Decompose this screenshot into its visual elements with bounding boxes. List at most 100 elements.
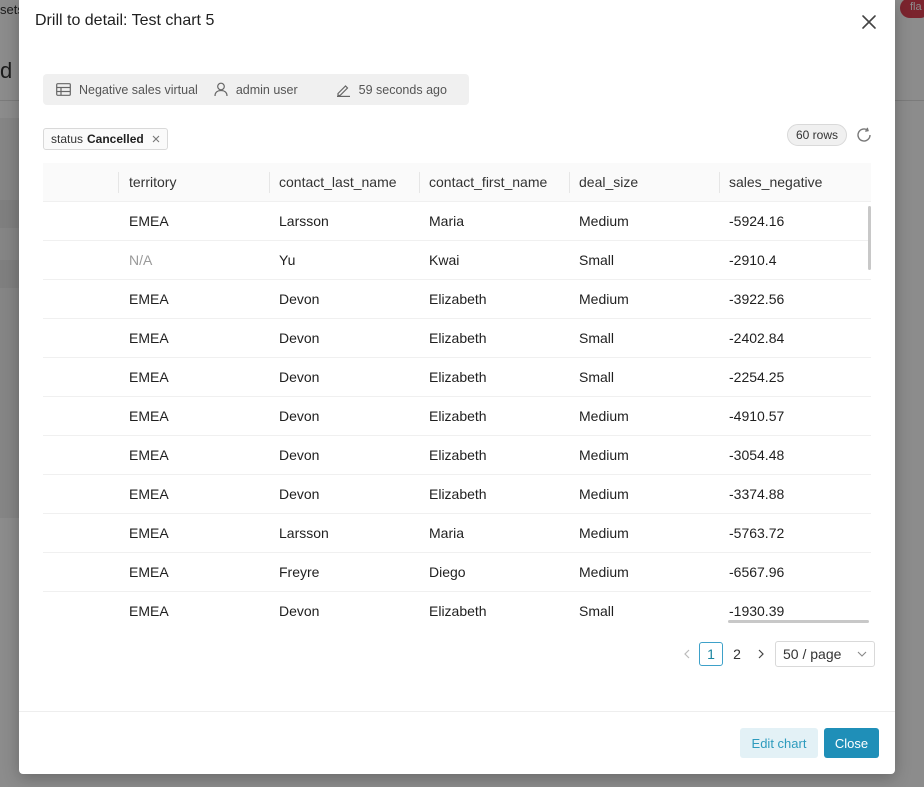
next-page-icon[interactable] <box>751 642 771 666</box>
table-row[interactable]: EMEA Devon Elizabeth Medium -3054.48 <box>43 436 871 475</box>
table-cell: -2254.25 <box>729 369 785 385</box>
table-cell: Medium <box>579 525 629 541</box>
table-cell: Devon <box>279 291 320 307</box>
table-cell: -5763.72 <box>729 525 785 541</box>
table-cell: Diego <box>429 564 466 580</box>
table-cell: Maria <box>429 525 465 541</box>
table-cell: Yu <box>279 252 296 268</box>
table-cell: Medium <box>579 564 629 580</box>
drill-detail-modal: Drill to detail: Test chart 5 Negative s… <box>19 0 895 774</box>
table-cell: Elizabeth <box>429 447 487 463</box>
table-cell: Devon <box>279 486 320 502</box>
table-body: EMEA Larsson Maria Medium -5924.16 N/A Yu Kwai S… <box>43 202 871 625</box>
table-cell: EMEA <box>129 369 169 385</box>
table-row[interactable]: EMEA Freyre Diego Medium -6567.96 <box>43 553 871 592</box>
column-header[interactable]: territory <box>119 163 176 202</box>
table-cell: -3922.56 <box>729 291 785 307</box>
table-cell: Medium <box>579 291 629 307</box>
table-cell: -3374.88 <box>729 486 785 502</box>
column-header[interactable]: contact_last_name <box>269 163 397 202</box>
table-cell: Elizabeth <box>429 291 487 307</box>
page-size-value: 50 / page <box>783 646 842 662</box>
table-cell: Kwai <box>429 252 460 268</box>
table-row[interactable]: EMEA Devon Elizabeth Medium -3922.56 <box>43 280 871 319</box>
table-cell: Small <box>579 252 615 268</box>
table-cell: Devon <box>279 330 320 346</box>
table-cell: EMEA <box>129 525 169 541</box>
table-cell: EMEA <box>129 213 169 229</box>
table-row[interactable]: EMEA Devon Elizabeth Medium -4910.57 <box>43 397 871 436</box>
table-cell: Freyre <box>279 564 320 580</box>
dataset-name: Negative sales virtual <box>79 82 198 97</box>
table-cell: Devon <box>279 603 320 619</box>
table-row[interactable]: EMEA Devon Elizabeth Small -2254.25 <box>43 358 871 397</box>
modified-time: 59 seconds ago <box>358 82 447 97</box>
filter-key: status <box>51 132 84 146</box>
results-table[interactable]: territory contact_last_name contact_firs… <box>43 163 871 625</box>
owner-name: admin user <box>235 82 298 97</box>
chevron-down-icon <box>857 651 867 657</box>
table-row[interactable]: N/A Yu Kwai Small -2910.4 <box>43 241 871 280</box>
table-cell: -2402.84 <box>729 330 785 346</box>
table-cell: EMEA <box>129 486 169 502</box>
table-row[interactable]: EMEA Devon Elizabeth Small -2402.84 <box>43 319 871 358</box>
table-cell: -4910.57 <box>729 408 785 424</box>
table-cell: Devon <box>279 408 320 424</box>
table-header: territory contact_last_name contact_firs… <box>43 163 871 202</box>
vertical-scrollbar[interactable] <box>868 206 871 270</box>
page-1-button[interactable]: 1 <box>699 642 723 666</box>
table-cell: Small <box>579 330 615 346</box>
table-cell: Medium <box>579 447 629 463</box>
metadata-bar: Negative sales virtual admin user 59 sec… <box>43 74 469 105</box>
table-cell: Maria <box>429 213 465 229</box>
pagination: 1 2 50 / page <box>677 641 875 667</box>
table-cell: EMEA <box>129 291 169 307</box>
modified-meta: 59 seconds ago <box>336 83 447 97</box>
table-cell: EMEA <box>129 447 169 463</box>
table-icon <box>56 83 71 96</box>
table-cell: Elizabeth <box>429 408 487 424</box>
table-cell: EMEA <box>129 330 169 346</box>
edit-icon <box>336 84 350 97</box>
remove-filter-icon[interactable] <box>151 134 161 144</box>
table-cell: Small <box>579 369 615 385</box>
table-cell: EMEA <box>129 564 169 580</box>
table-cell: -2910.4 <box>729 252 777 268</box>
table-cell: N/A <box>129 252 153 268</box>
table-row[interactable]: EMEA Devon Elizabeth Medium -3374.88 <box>43 475 871 514</box>
table-cell: Medium <box>579 213 629 229</box>
dataset-meta: Negative sales virtual <box>56 83 198 97</box>
footer-divider <box>19 711 895 712</box>
table-cell: Larsson <box>279 213 329 229</box>
horizontal-scrollbar[interactable] <box>728 620 869 623</box>
prev-page-icon[interactable] <box>677 642 697 666</box>
row-count-badge: 60 rows <box>786 124 847 146</box>
refresh-icon[interactable] <box>855 126 873 144</box>
page-2-button[interactable]: 2 <box>725 642 749 666</box>
table-cell: -6567.96 <box>729 564 785 580</box>
table-cell: Elizabeth <box>429 603 487 619</box>
table-row[interactable]: EMEA Larsson Maria Medium -5924.16 <box>43 202 871 241</box>
filter-tag: status Cancelled <box>43 128 168 150</box>
table-cell: EMEA <box>129 603 169 619</box>
table-cell: Elizabeth <box>429 369 487 385</box>
modal-title: Drill to detail: Test chart 5 <box>35 12 215 29</box>
table-cell: Elizabeth <box>429 486 487 502</box>
page-size-select[interactable]: 50 / page <box>775 641 875 667</box>
column-header[interactable]: deal_size <box>569 163 638 202</box>
table-cell: Elizabeth <box>429 330 487 346</box>
filter-value: Cancelled <box>87 132 144 146</box>
table-cell: Medium <box>579 408 629 424</box>
table-cell: Larsson <box>279 525 329 541</box>
table-cell: -3054.48 <box>729 447 785 463</box>
close-icon[interactable] <box>861 14 877 30</box>
table-cell: Small <box>579 603 615 619</box>
user-icon <box>214 82 228 97</box>
owner-meta: admin user <box>214 82 298 97</box>
column-header[interactable]: sales_negative <box>719 163 822 202</box>
close-button[interactable]: Close <box>824 728 879 758</box>
edit-chart-button[interactable]: Edit chart <box>740 728 818 758</box>
table-cell: -5924.16 <box>729 213 785 229</box>
column-header[interactable]: contact_first_name <box>419 163 547 202</box>
table-row[interactable]: EMEA Larsson Maria Medium -5763.72 <box>43 514 871 553</box>
